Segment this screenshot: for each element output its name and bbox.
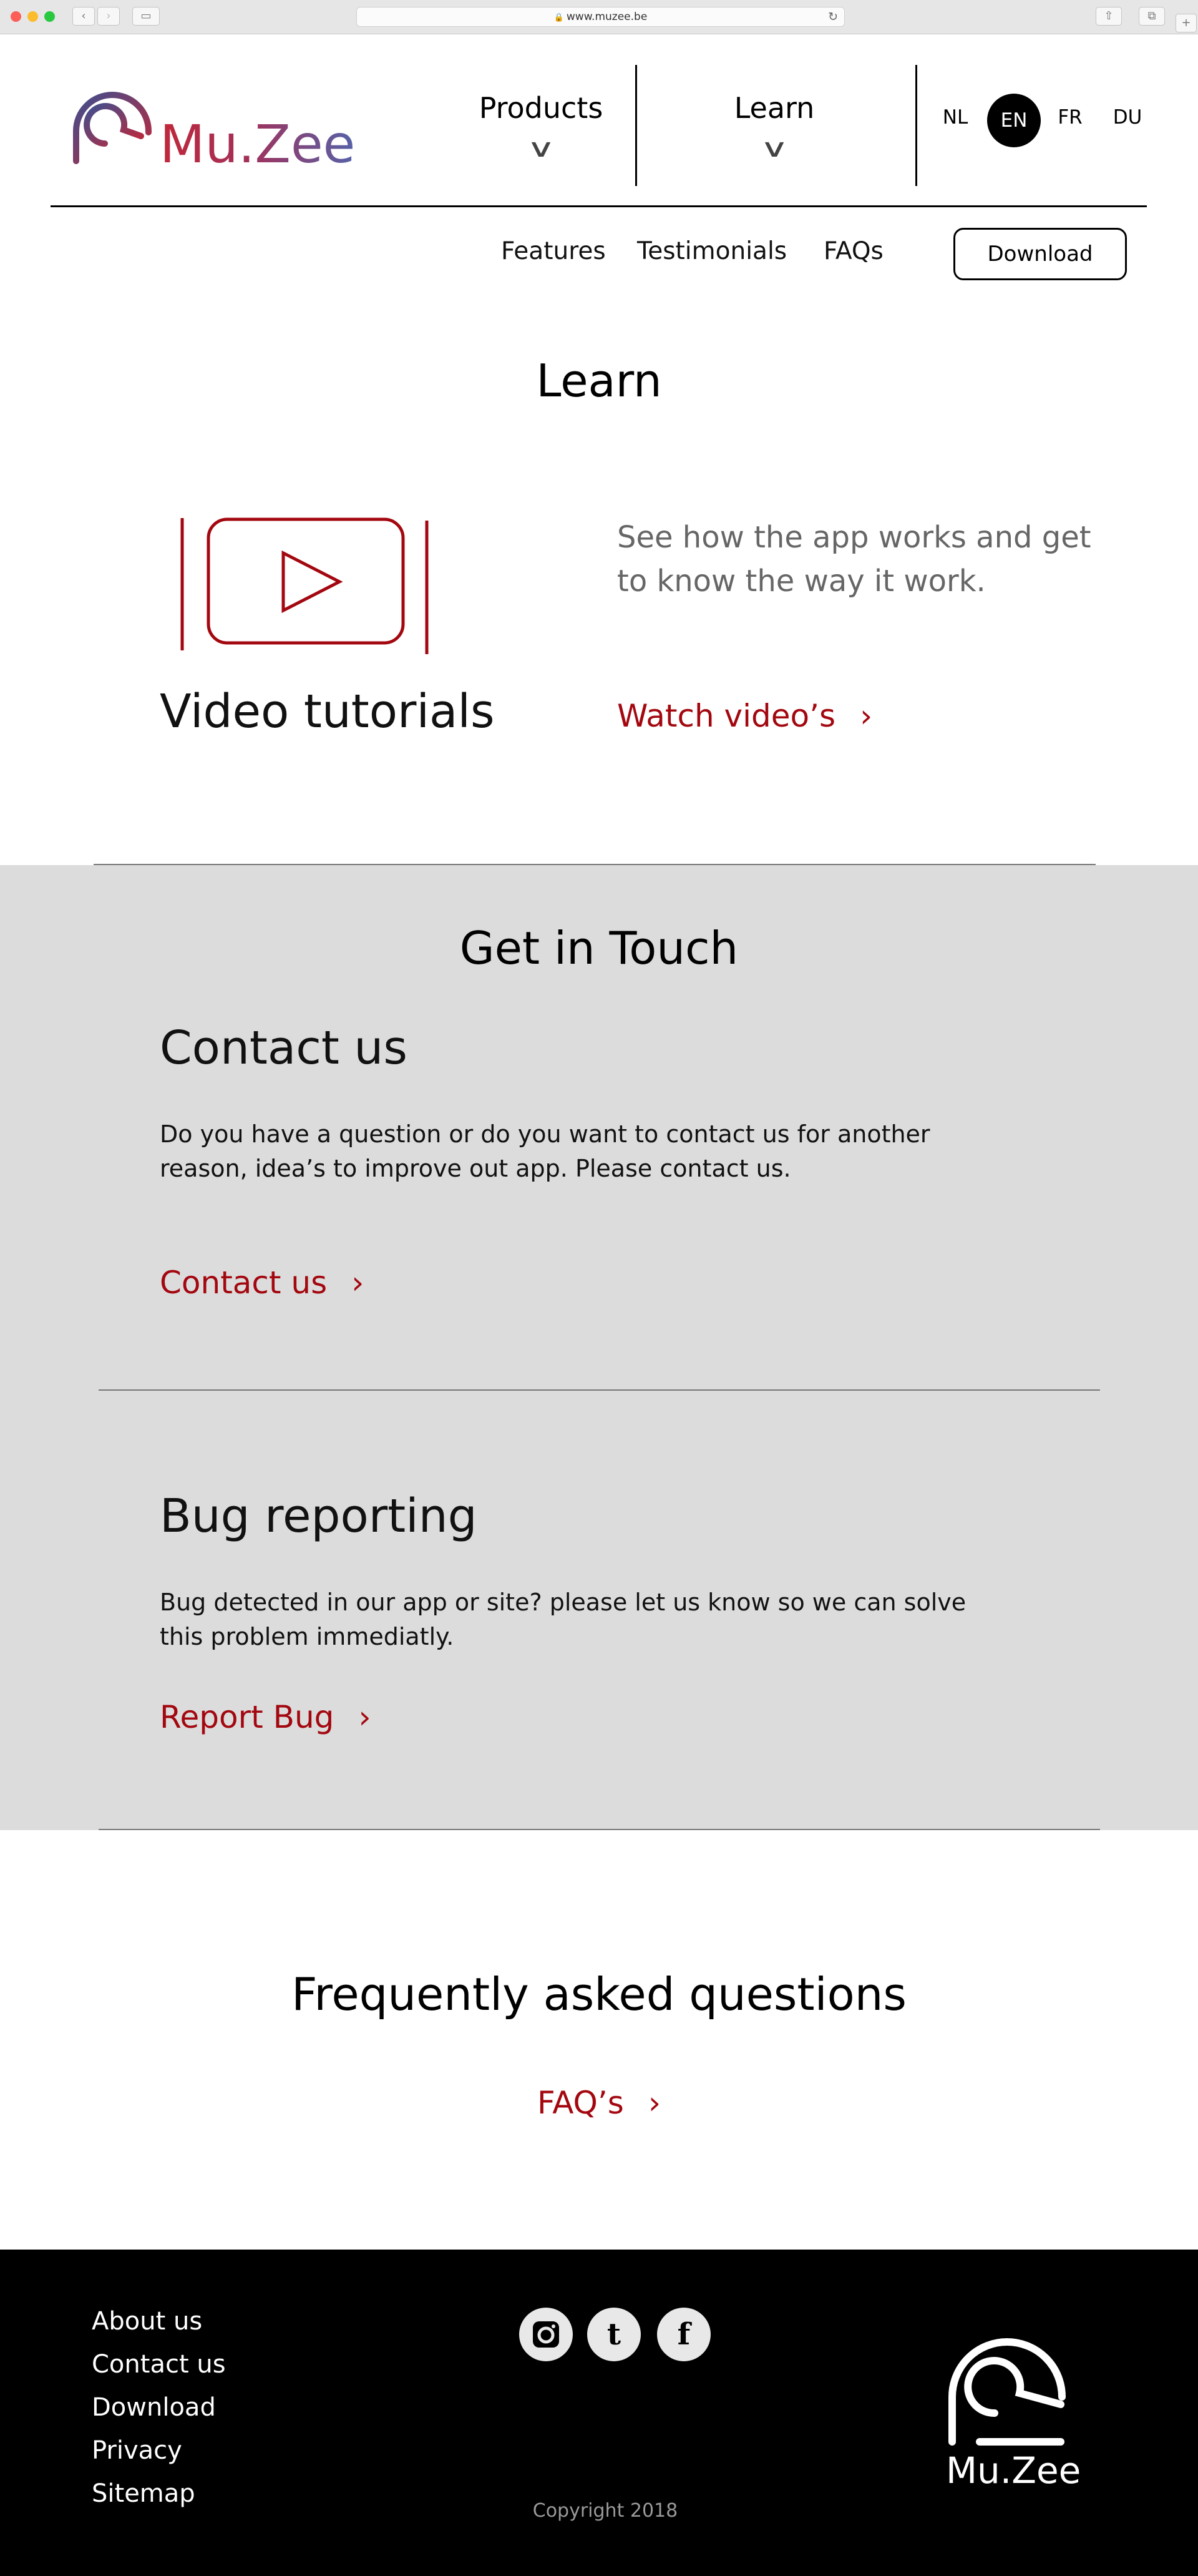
lang-fr[interactable]: FR (1048, 105, 1092, 130)
browser-toolbar: ‹ › ▭ 🔒 www.muzee.be ↻ ⇧ ⧉ + (0, 0, 1198, 34)
chevron-right-icon: › (358, 1699, 371, 1735)
lang-en[interactable]: EN (987, 94, 1041, 147)
close-window-button[interactable] (11, 11, 21, 22)
twitter-button[interactable]: t (587, 2308, 641, 2361)
contact-us-link[interactable]: Contact us › (160, 1265, 364, 1301)
forward-icon: › (106, 9, 111, 22)
watch-videos-label: Watch video’s (617, 698, 836, 734)
tab-overview-button[interactable]: ⧉ (1139, 7, 1165, 26)
footer-logo[interactable]: Mu.Zee (942, 2332, 1081, 2494)
subnav-faqs[interactable]: FAQs (824, 237, 884, 265)
sidebar-icon: ▭ (140, 9, 152, 22)
lang-nl[interactable]: NL (933, 105, 977, 130)
logo-mark-icon (73, 92, 152, 164)
chevron-down-icon[interactable]: ∨ (426, 136, 656, 161)
instagram-button[interactable] (519, 2308, 573, 2361)
minimize-window-button[interactable] (27, 11, 38, 22)
video-play-icon[interactable] (177, 512, 434, 657)
new-tab-button[interactable]: + (1176, 14, 1197, 32)
contact-text: Do you have a question or do you want to… (160, 1120, 930, 1182)
copyright: Copyright 2018 (532, 2500, 678, 2522)
faq-link[interactable]: FAQ’s › (0, 2085, 1198, 2121)
watch-videos-link[interactable]: Watch video’s › (617, 698, 872, 734)
back-button[interactable]: ‹ (72, 7, 95, 26)
share-button[interactable]: ⇧ (1096, 7, 1122, 26)
nav-products[interactable]: Products ∨ (469, 91, 613, 161)
share-icon: ⇧ (1104, 9, 1114, 22)
nav-learn[interactable]: Learn ∨ (703, 91, 846, 161)
lock-icon: 🔒 (553, 13, 564, 22)
subnav-testimonials[interactable]: Testimonials (637, 237, 787, 265)
url-text: www.muzee.be (566, 11, 648, 23)
learn-description: See how the app works and get to know th… (617, 520, 1091, 599)
section-divider (99, 1829, 1100, 1830)
subnav-features[interactable]: Features (501, 237, 606, 265)
sidebar-toggle-button[interactable]: ▭ (132, 7, 160, 26)
tabs-icon: ⧉ (1147, 9, 1156, 22)
nav-products-label: Products (479, 91, 603, 125)
footer-link-download[interactable]: Download (92, 2393, 216, 2422)
chevron-down-icon[interactable]: ∨ (660, 136, 889, 161)
learn-title: Learn (536, 355, 662, 407)
bug-heading: Bug reporting (160, 1489, 477, 1543)
section-divider (94, 864, 1096, 865)
instagram-icon (533, 2321, 559, 2348)
nav-divider (635, 65, 637, 186)
contact-heading: Contact us (160, 1021, 407, 1075)
logo[interactable]: Mu.Zee (67, 87, 367, 175)
footer-link-about[interactable]: About us (92, 2307, 202, 2336)
logo-mark-icon (948, 2338, 1066, 2446)
contact-us-label: Contact us (160, 1265, 328, 1301)
report-bug-link[interactable]: Report Bug › (160, 1699, 371, 1735)
twitter-icon: t (606, 2317, 621, 2352)
footer-link-contact[interactable]: Contact us (92, 2350, 226, 2379)
header-divider (51, 205, 1147, 207)
faq-label: FAQ’s (537, 2085, 624, 2121)
logo-text: Mu.Zee (160, 114, 356, 175)
get-in-touch-section (0, 865, 1198, 1830)
get-in-touch-title: Get in Touch (459, 922, 739, 974)
chevron-right-icon: › (351, 1265, 364, 1301)
facebook-button[interactable]: f (657, 2308, 711, 2361)
report-bug-label: Report Bug (160, 1699, 334, 1735)
plus-icon: + (1181, 16, 1191, 29)
forward-button[interactable]: › (97, 7, 120, 26)
zoom-window-button[interactable] (44, 11, 55, 22)
chevron-right-icon: › (860, 698, 873, 734)
address-bar[interactable]: 🔒 www.muzee.be ↻ (356, 7, 845, 27)
video-tutorials-title: Video tutorials (160, 685, 495, 738)
section-divider (99, 1389, 1100, 1391)
nav-divider (915, 65, 917, 186)
back-icon: ‹ (81, 9, 86, 22)
nav-learn-label: Learn (734, 91, 815, 125)
chevron-right-icon: › (648, 2085, 661, 2121)
bug-text: Bug detected in our app or site? please … (160, 1589, 967, 1650)
footer-link-privacy[interactable]: Privacy (92, 2436, 182, 2465)
download-button[interactable]: Download (953, 228, 1127, 280)
reload-icon[interactable]: ↻ (828, 7, 838, 26)
lang-du[interactable]: DU (1106, 105, 1149, 130)
faq-title: Frequently asked questions (291, 1968, 907, 2020)
footer-logo-text: Mu.Zee (946, 2449, 1081, 2492)
facebook-icon: f (677, 2317, 691, 2352)
